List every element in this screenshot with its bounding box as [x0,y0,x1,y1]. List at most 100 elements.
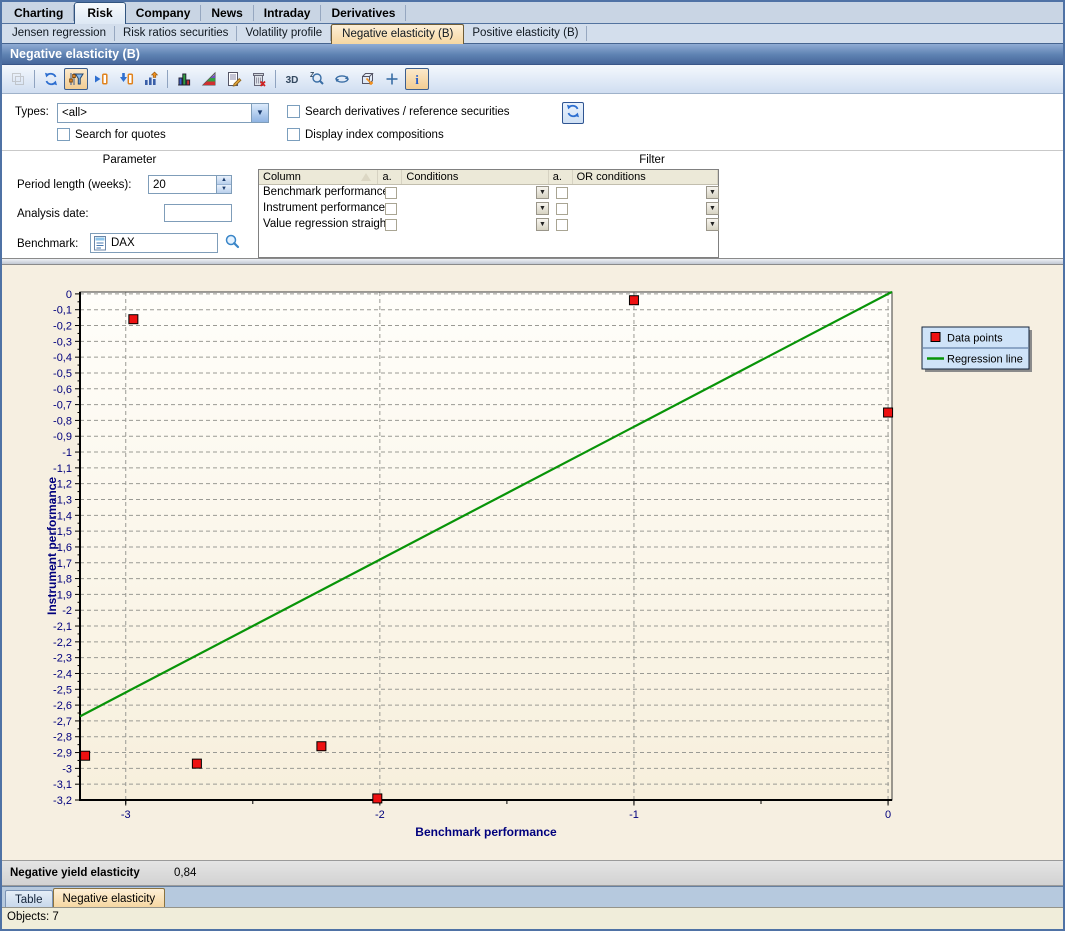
period-length-value: 20 [153,179,166,191]
svg-text:-2: -2 [62,605,72,617]
or-conditions-dropdown-icon[interactable]: ▼ [706,202,719,215]
filter-conditions-cell: ▼ [403,217,550,233]
and-checkbox[interactable] [556,219,568,231]
main-tab-risk[interactable]: Risk [74,2,125,24]
filter-row-label: Value regression straight [259,217,379,230]
display-index-label: Display index compositions [305,129,444,141]
main-tab-company[interactable]: Company [126,5,202,21]
or-conditions-dropdown-icon[interactable]: ▼ [706,218,719,231]
and-checkbox[interactable] [556,187,568,199]
filter-column-header[interactable]: OR conditions [573,170,718,184]
bottom-tab-table[interactable]: Table [5,890,53,907]
filter-table-row: Benchmark performance ▼ ▼ [259,185,718,201]
period-length-spinner[interactable]: ▲▼ [216,176,231,193]
filter-icon[interactable] [64,68,88,90]
delete-icon[interactable] [247,68,271,90]
conditions-dropdown-icon[interactable]: ▼ [536,202,549,215]
chevron-down-icon[interactable]: ▼ [251,104,268,122]
filter-and-cell [550,201,574,217]
or-conditions-dropdown-icon[interactable]: ▼ [706,186,719,199]
and-checkbox[interactable] [556,203,568,215]
conditions-dropdown-icon[interactable]: ▼ [536,218,549,231]
search-derivatives-checkbox[interactable] [287,105,300,118]
y-axis-title: Instrument performance [45,477,59,615]
and-checkbox[interactable] [385,187,397,199]
data-point [317,742,326,751]
spinner-down-icon[interactable]: ▼ [217,185,231,193]
analysis-date-input[interactable] [164,204,232,222]
result-label: Negative yield elasticity [10,867,140,879]
filter-and-cell [379,185,403,201]
filter-column-header[interactable]: a. [549,170,573,184]
filter-column-header[interactable]: Column [259,170,378,184]
main-tab-charting[interactable]: Charting [4,5,74,21]
svg-text:3D: 3D [286,75,299,86]
main-tab-intraday[interactable]: Intraday [254,5,322,21]
sub-tab-positive-elasticity-b[interactable]: Positive elasticity (B) [464,26,587,41]
perspective-icon[interactable] [355,68,379,90]
info-icon[interactable]: i [405,68,429,90]
3d-view-icon[interactable]: 3D [280,68,304,90]
arrow-down-bar-icon[interactable] [114,68,138,90]
chart-legend[interactable]: Data pointsRegression line [922,327,1032,372]
svg-text:-1,1: -1,1 [53,463,72,475]
svg-text:-0,4: -0,4 [53,352,72,364]
elasticity-chart: 0-0,1-0,2-0,3-0,4-0,5-0,6-0,7-0,8-0,9-1-… [2,265,1063,860]
period-length-input[interactable]: 20 ▲▼ [148,175,232,194]
sub-tab-volatility-profile[interactable]: Volatility profile [237,26,331,41]
analysis-date-label: Analysis date: [17,208,89,220]
svg-text:0: 0 [885,809,891,821]
page-title: Negative elasticity (B) [2,44,1063,65]
sub-tab-negative-elasticity-b[interactable]: Negative elasticity (B) [331,24,464,44]
data-point [373,794,382,803]
svg-text:-2,3: -2,3 [53,653,72,665]
filter-row-name: Benchmark performance [259,185,379,201]
splitter-handle[interactable] [2,258,1063,265]
benchmark-search-button[interactable] [222,234,242,254]
refresh-icon[interactable] [39,68,63,90]
refresh-search-button[interactable] [562,102,584,124]
statistics-icon[interactable] [139,68,163,90]
rotate-icon[interactable] [330,68,354,90]
add-icon[interactable] [380,68,404,90]
bottom-tab-negative-elasticity[interactable]: Negative elasticity [53,888,166,907]
spinner-up-icon[interactable]: ▲ [217,176,231,185]
filter-or-conditions-cell: ▼ [574,185,720,201]
fit-view-icon [6,68,30,90]
display-index-checkbox[interactable] [287,128,300,141]
and-checkbox[interactable] [385,219,397,231]
sub-tab-jensen-regression[interactable]: Jensen regression [4,26,115,41]
svg-text:-0,1: -0,1 [53,305,72,317]
filter-table-row: Value regression straight ▼ ▼ [259,217,718,233]
pyramid-chart-icon[interactable] [197,68,221,90]
svg-text:-3: -3 [62,763,72,775]
filter-column-header[interactable]: Conditions [402,170,548,184]
filter-column-header[interactable]: a. [378,170,402,184]
svg-text:-2,5: -2,5 [53,684,72,696]
main-tab-derivatives[interactable]: Derivatives [321,5,406,21]
result-bar: Negative yield elasticity 0,84 [2,860,1063,886]
parameter-filter-panel: Parameter Filter Period length (weeks): … [2,150,1063,258]
svg-text:i: i [415,72,419,87]
main-tab-news[interactable]: News [201,5,253,21]
conditions-dropdown-icon[interactable]: ▼ [536,186,549,199]
benchmark-input[interactable]: DAX [90,233,218,253]
security-document-icon [94,236,107,254]
bar-chart-icon[interactable] [172,68,196,90]
filter-row-name: Instrument performance [259,201,379,217]
zoom-icon[interactable]: Z [305,68,329,90]
sub-tab-bar: Jensen regressionRisk ratios securitiesV… [2,24,1063,44]
filter-row-label: Benchmark performance [259,185,379,198]
sort-ascending-icon [361,173,371,181]
legend-regression-label: Regression line [947,354,1023,366]
search-quotes-checkbox[interactable] [57,128,70,141]
arrow-right-bar-icon[interactable] [89,68,113,90]
report-edit-icon[interactable] [222,68,246,90]
svg-text:-3,1: -3,1 [53,779,72,791]
sub-tab-risk-ratios-securities[interactable]: Risk ratios securities [115,26,237,41]
main-tab-bar: ChartingRiskCompanyNewsIntradayDerivativ… [2,2,1063,24]
and-checkbox[interactable] [385,203,397,215]
result-value: 0,84 [174,867,196,879]
legend-data-points-swatch [931,333,940,342]
types-dropdown[interactable]: <all> ▼ [57,103,269,123]
